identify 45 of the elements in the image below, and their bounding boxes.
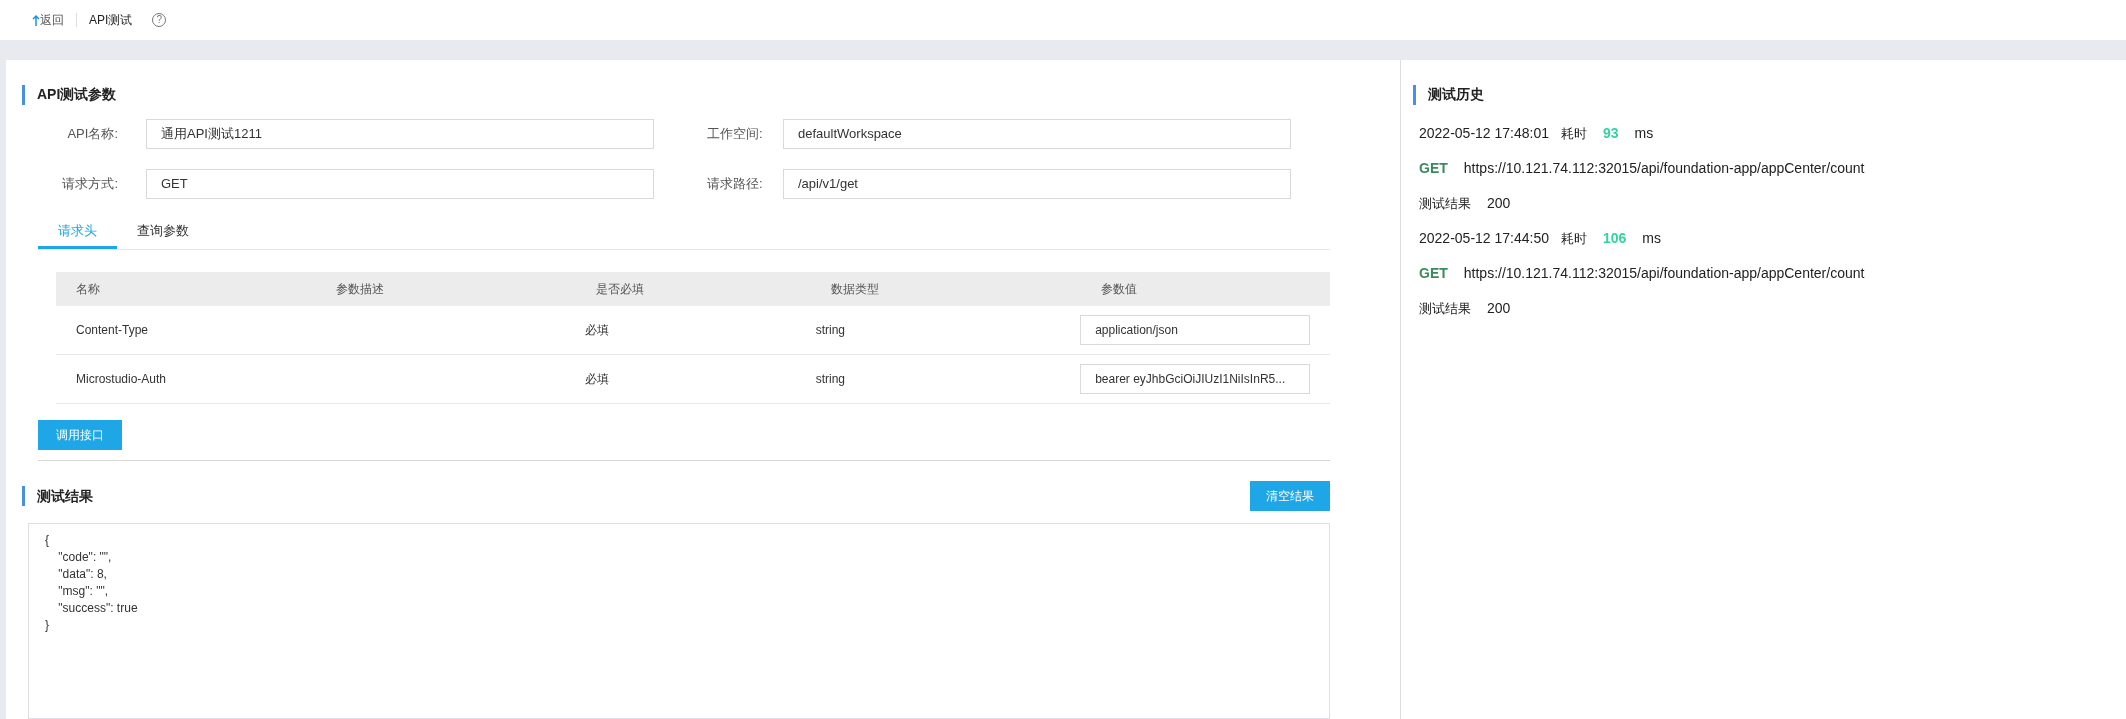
table-cell-text: 必填 (585, 371, 611, 388)
duration-value: 106 (1603, 229, 1627, 248)
field-label: 请求路径: (706, 175, 764, 194)
test-time: 2022-05-12 17:44:50 (1419, 229, 1549, 248)
status-code: 200 (1487, 194, 1511, 213)
column-header: 参数描述 (336, 281, 385, 298)
text-field[interactable]: 通用API测试1211 (146, 119, 654, 149)
column-header: 名称 (76, 281, 101, 298)
test-time: 2022-05-12 17:48:01 (1419, 124, 1549, 143)
page-title: API测试 (89, 12, 133, 29)
result-label: 测试结果 (1419, 194, 1471, 213)
table-cell-text: string (815, 322, 846, 339)
column-header: 是否必填 (596, 281, 645, 298)
http-method: GET (1419, 159, 1448, 178)
duration-label: 耗时 (1561, 229, 1587, 248)
result-label: 测试结果 (1419, 299, 1471, 318)
table-cell-text: string (815, 371, 846, 388)
result-output: { "code": "", "data": 8, "msg": "", "success": true } (28, 523, 1330, 719)
duration-unit: ms (1642, 229, 1662, 248)
table-cell-text: Content-Type (76, 322, 150, 339)
field-label: 工作空间: (706, 125, 764, 144)
column-header: 参数值 (1101, 281, 1138, 298)
duration-label: 耗时 (1561, 124, 1587, 143)
section-title: API测试参数 (37, 85, 117, 104)
text-field[interactable]: /api/v1/get (783, 169, 1291, 199)
field-label: 请求方式: (61, 175, 119, 194)
duration-value: 93 (1603, 124, 1619, 143)
value-field[interactable]: bearer eyJhbGciOiJIUzI1NiIsInR5... (1080, 364, 1310, 394)
field-label: API名称: (66, 125, 119, 144)
request-url: https://10.121.74.112:32015/api/foundation-app/appCenter/count (1463, 159, 1865, 178)
text-field[interactable]: GET (146, 169, 654, 199)
http-method: GET (1419, 264, 1448, 283)
column-header: 数据类型 (831, 281, 880, 298)
table-cell-text: Microstudio-Auth (76, 371, 168, 388)
back-link[interactable]: 返回 (32, 11, 64, 29)
table-cell-text: 必填 (585, 322, 611, 339)
text-field[interactable]: defaultWorkspace (783, 119, 1291, 149)
value-field[interactable]: application/json (1080, 315, 1310, 345)
section-title: 测试结果 (37, 486, 93, 506)
duration-unit: ms (1634, 124, 1654, 143)
tab[interactable]: 查询参数 (117, 215, 209, 249)
back-arrow-icon (32, 14, 40, 26)
status-code: 200 (1487, 299, 1511, 318)
section-title: 测试历史 (1428, 85, 1484, 104)
request-url: https://10.121.74.112:32015/api/foundation-app/appCenter/count (1463, 264, 1865, 283)
